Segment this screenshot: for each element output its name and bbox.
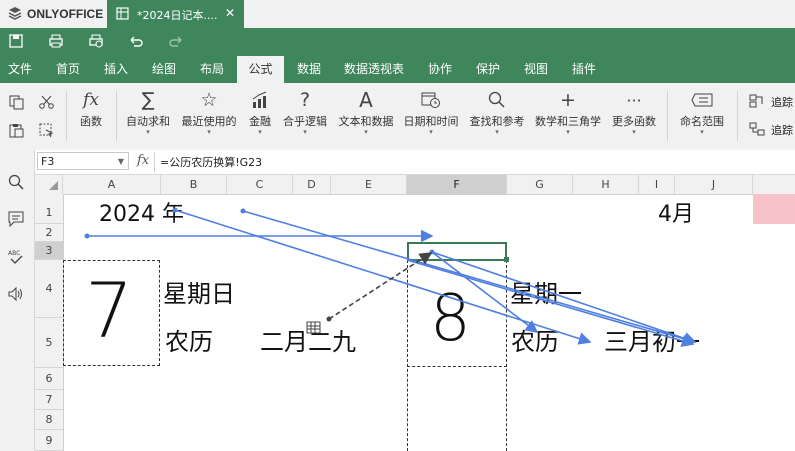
column-header-f[interactable]: F (407, 175, 507, 194)
name-tag-icon (674, 89, 730, 111)
autosum-button[interactable]: ∑ 自动求和 ▾ (122, 89, 174, 136)
column-header-i[interactable]: I (639, 175, 675, 194)
menu-collaborate[interactable]: 协作 (419, 56, 461, 83)
copy-icon[interactable] (9, 95, 24, 110)
search-icon[interactable] (8, 174, 24, 190)
app-logo: ONLYOFFICE (8, 6, 103, 21)
math-trig-button[interactable]: + 数学和三角学 ▾ (532, 89, 604, 136)
row-header-7[interactable]: 7 (35, 390, 63, 410)
spreadsheet-grid[interactable]: 2024 年 4月 7 星期日 农历 二月二九 8 星期一 农历 三月初一 (63, 194, 795, 451)
menu-bar: 文件 首页 插入 绘图 布局 公式 数据 数据透视表 协作 保护 视图 插件 (0, 56, 795, 83)
title-bar: ONLYOFFICE *2024日记本.... ✕ (0, 0, 795, 28)
menu-file[interactable]: 文件 (0, 56, 40, 83)
question-icon: ? (299, 89, 311, 111)
menu-view[interactable]: 视图 (515, 56, 557, 83)
recently-used-button[interactable]: ☆ 最近使用的 ▾ (178, 89, 240, 136)
dependent-arrow (406, 259, 695, 347)
dependent-arrow (431, 251, 697, 345)
logical-button[interactable]: ? 合乎逻辑 ▾ (280, 89, 330, 136)
menu-pivot-table[interactable]: 数据透视表 (338, 56, 410, 83)
chevron-down-icon[interactable]: ▼ (118, 153, 124, 171)
calendar-clock-icon (401, 89, 461, 111)
more-dots-icon: ··· (626, 90, 642, 110)
cell-name-box[interactable]: F3 ▼ (37, 152, 129, 170)
column-header-a[interactable]: A (63, 175, 161, 194)
row-header-8[interactable]: 8 (35, 410, 63, 430)
lookup-reference-button[interactable]: 查找和参考 ▾ (466, 89, 528, 136)
sigma-icon: ∑ (141, 89, 155, 111)
cut-icon[interactable] (39, 95, 54, 110)
ribbon-toolbar: fx 函数 ∑ 自动求和 ▾ ☆ 最近使用的 ▾ 金融 ▾ ? 合乎逻辑 ▾ A 文本和… (0, 83, 795, 151)
precedent-arrow (172, 207, 592, 345)
document-tab[interactable]: *2024日记本.... ✕ (107, 0, 244, 28)
onlyoffice-logo-icon (8, 7, 22, 20)
row-header-3[interactable]: 3 (35, 242, 63, 260)
column-header-c[interactable]: C (227, 175, 293, 194)
select-all-icon[interactable] (39, 123, 54, 138)
text-data-button[interactable]: A 文本和数据 ▾ (335, 88, 397, 136)
redo-icon[interactable] (168, 34, 184, 48)
paste-icon[interactable] (9, 123, 24, 138)
svg-text:ABC: ABC (8, 250, 20, 257)
row-header-6[interactable]: 6 (35, 368, 63, 390)
document-title: *2024日记本.... (137, 9, 218, 22)
more-functions-button[interactable]: ··· 更多函数 ▾ (608, 89, 660, 136)
row-header-9[interactable]: 9 (35, 430, 63, 451)
app-name: ONLYOFFICE (27, 7, 104, 21)
menu-layout[interactable]: 布局 (190, 56, 234, 83)
speaker-icon[interactable] (8, 286, 24, 302)
column-headers: A B C D E F G H I J (35, 175, 795, 195)
menu-plugins[interactable]: 插件 (563, 56, 605, 83)
fx-icon: fx (83, 90, 99, 110)
external-sheet-icon (306, 321, 321, 334)
row-header-5[interactable]: 5 (35, 318, 63, 368)
spreadsheet-icon (116, 7, 129, 20)
row-header-4[interactable]: 4 (35, 260, 63, 318)
row-header-2[interactable]: 2 (35, 224, 63, 242)
column-header-b[interactable]: B (161, 175, 227, 194)
trace-dependents-label[interactable]: 追踪 (771, 122, 793, 138)
column-header-g[interactable]: G (507, 175, 573, 194)
row-header-1[interactable]: 1 (35, 194, 63, 224)
comment-icon[interactable] (8, 211, 24, 227)
column-header-e[interactable]: E (331, 175, 407, 194)
trace-arrows-overlay (84, 207, 697, 347)
star-icon: ☆ (200, 89, 218, 111)
date-time-button[interactable]: 日期和时间 ▾ (401, 89, 461, 136)
close-tab-icon[interactable]: ✕ (225, 6, 235, 20)
formula-bar: F3 ▼ fx =公历农历换算!G23 (35, 150, 795, 175)
column-header-d[interactable]: D (293, 175, 331, 194)
quick-access-toolbar (0, 28, 795, 56)
menu-home[interactable]: 首页 (46, 56, 90, 83)
magnifier-icon (466, 89, 528, 111)
left-sidebar: ABC (0, 150, 35, 451)
spellcheck-icon[interactable]: ABC (8, 248, 24, 264)
quick-print-icon[interactable] (88, 34, 104, 48)
undo-icon[interactable] (128, 34, 144, 48)
named-range-button[interactable]: 命名范围 ▾ (674, 89, 730, 136)
menu-insert[interactable]: 插入 (94, 56, 138, 83)
menu-formula[interactable]: 公式 (237, 56, 284, 83)
plus-icon: + (560, 89, 576, 111)
row-headers: 1 2 3 4 5 6 7 8 9 (35, 194, 64, 451)
formula-input[interactable]: =公历农历换算!G23 (160, 154, 262, 170)
menu-data[interactable]: 数据 (287, 56, 331, 83)
financial-button[interactable]: 金融 ▾ (244, 89, 276, 136)
menu-protect[interactable]: 保护 (467, 56, 509, 83)
print-icon[interactable] (48, 34, 64, 48)
financial-chart-icon (244, 89, 276, 111)
select-all-corner[interactable] (35, 175, 63, 194)
insert-function-icon[interactable]: fx (137, 153, 149, 168)
function-button[interactable]: fx 函数 (72, 89, 110, 129)
text-a-icon: A (359, 88, 373, 112)
column-header-h[interactable]: H (573, 175, 639, 194)
trace-dependents-icon[interactable] (749, 122, 765, 136)
save-icon[interactable] (9, 34, 23, 48)
trace-precedents-icon[interactable] (749, 94, 765, 108)
menu-draw[interactable]: 绘图 (142, 56, 186, 83)
column-header-j[interactable]: J (675, 175, 753, 194)
trace-precedents-label[interactable]: 追踪 (771, 94, 793, 110)
